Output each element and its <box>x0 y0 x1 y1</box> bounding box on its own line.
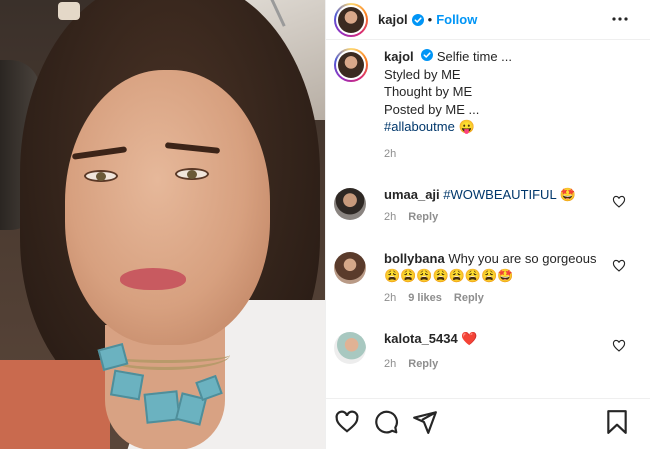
share-icon[interactable] <box>412 409 438 435</box>
post-photo[interactable] <box>0 0 325 449</box>
caption-line: Selfie time ... <box>436 49 513 64</box>
caption-emoji: 😛 <box>458 119 475 134</box>
instagram-post: kajol • Follow kajol Selfie time ... Sty… <box>0 0 650 449</box>
caption-timestamp[interactable]: 2h <box>384 146 512 164</box>
follow-button[interactable]: Follow <box>436 12 477 27</box>
comment-emoji: 😩😩😩😩😩😩😩🤩 <box>384 268 514 283</box>
caption-line: Thought by ME <box>384 84 473 99</box>
author-avatar-image <box>338 6 364 33</box>
comment-item: umaa_aji #WOWBEAUTIFUL 🤩 2h Reply <box>334 186 644 226</box>
hair-clip <box>58 2 80 20</box>
comment-hashtag[interactable]: #WOWBEAUTIFUL <box>443 187 556 202</box>
verified-badge-icon <box>421 49 434 61</box>
author-avatar[interactable] <box>334 2 368 37</box>
comment-timestamp[interactable]: 2h <box>384 290 396 307</box>
commenter-avatar[interactable] <box>334 332 366 364</box>
heart-icon[interactable] <box>612 339 626 353</box>
comment-meta: 2h Reply <box>384 356 614 373</box>
orange-top <box>0 360 110 449</box>
lips <box>120 268 186 290</box>
caption-author-avatar[interactable] <box>334 48 368 82</box>
hashtag-link[interactable]: #allaboutme <box>384 119 455 134</box>
commenter-avatar[interactable] <box>334 252 366 284</box>
post-action-bar <box>326 398 650 449</box>
comment-meta: 2h Reply <box>384 209 614 226</box>
right-eye <box>175 168 209 180</box>
comment-username[interactable]: bollybana <box>384 251 445 266</box>
comment-emoji: 🤩 <box>559 187 577 202</box>
comment-body: bollybana Why you are so gorgeous 😩😩😩😩😩😩… <box>384 250 614 307</box>
comment-username[interactable]: umaa_aji <box>384 187 440 202</box>
comment-timestamp[interactable]: 2h <box>384 356 396 373</box>
caption-line: Styled by ME <box>384 66 461 82</box>
comment-item: kalota_5434 ❤️ 2h Reply <box>334 330 644 373</box>
post-side-panel: kajol • Follow kajol Selfie time ... Sty… <box>325 0 650 449</box>
turquoise-stone <box>109 369 145 401</box>
heart-icon[interactable] <box>612 259 626 273</box>
face <box>65 70 270 345</box>
caption-line: Posted by ME ... <box>384 101 480 117</box>
caption-author-avatar-image <box>338 52 364 78</box>
post-header: kajol • Follow <box>326 0 650 40</box>
caption-username[interactable]: kajol <box>384 49 414 64</box>
comment-item: bollybana Why you are so gorgeous 😩😩😩😩😩😩… <box>334 250 644 307</box>
caption-body: kajol Selfie time ... Styled by ME Thoug… <box>384 48 512 163</box>
comment-body: umaa_aji #WOWBEAUTIFUL 🤩 2h Reply <box>384 186 614 226</box>
heart-icon[interactable] <box>334 409 360 435</box>
reply-button[interactable]: Reply <box>454 290 484 307</box>
author-username[interactable]: kajol <box>378 12 408 27</box>
comment-icon[interactable] <box>373 409 399 435</box>
reply-button[interactable]: Reply <box>408 356 438 373</box>
reply-button[interactable]: Reply <box>408 209 438 226</box>
comment-emoji: ❤️ <box>461 331 478 346</box>
verified-badge-icon <box>411 13 424 26</box>
likes-count[interactable]: 9 likes <box>408 290 442 307</box>
comment-body: kalota_5434 ❤️ 2h Reply <box>384 330 614 373</box>
more-options-icon[interactable] <box>611 10 629 28</box>
left-eye <box>84 170 118 182</box>
heart-icon[interactable] <box>612 195 626 209</box>
comment-username[interactable]: kalota_5434 <box>384 331 458 346</box>
bookmark-icon[interactable] <box>604 409 630 435</box>
comment-meta: 2h 9 likes Reply <box>384 290 614 307</box>
header-separator: • <box>427 12 433 27</box>
comment-text: Why you are so gorgeous <box>448 251 597 266</box>
commenter-avatar[interactable] <box>334 188 366 220</box>
post-caption: kajol Selfie time ... Styled by ME Thoug… <box>334 48 644 163</box>
comment-timestamp[interactable]: 2h <box>384 209 396 226</box>
